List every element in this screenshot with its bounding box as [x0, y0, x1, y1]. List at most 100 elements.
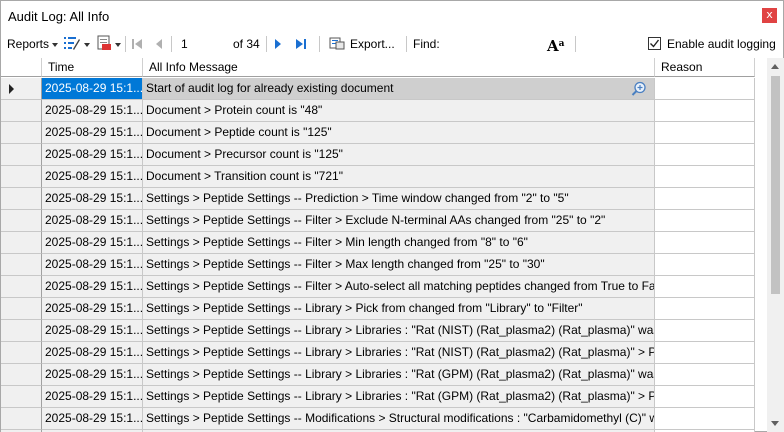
- close-button[interactable]: x: [762, 8, 777, 23]
- row-header[interactable]: [1, 298, 42, 320]
- row-header[interactable]: [1, 100, 42, 122]
- message-cell[interactable]: Settings > Peptide Settings -- Library >…: [143, 342, 655, 364]
- table-row[interactable]: 2025-08-29 15:1...Settings > Peptide Set…: [1, 342, 767, 364]
- table-row[interactable]: 2025-08-29 15:1...Settings > Peptide Set…: [1, 232, 767, 254]
- reason-cell[interactable]: [655, 78, 755, 100]
- vertical-scrollbar[interactable]: [767, 58, 784, 432]
- reason-cell[interactable]: [655, 298, 755, 320]
- message-cell[interactable]: Document > Peptide count is "125": [143, 122, 655, 144]
- message-cell[interactable]: Settings > Peptide Settings -- Filter > …: [143, 254, 655, 276]
- time-cell[interactable]: 2025-08-29 15:1...: [42, 364, 143, 386]
- reason-cell[interactable]: [655, 188, 755, 210]
- font-size-button[interactable]: Aa: [547, 31, 564, 57]
- time-cell[interactable]: 2025-08-29 15:1...: [42, 276, 143, 298]
- message-cell[interactable]: Settings > Peptide Settings -- Filter > …: [143, 210, 655, 232]
- table-row[interactable]: 2025-08-29 15:1...Settings > Peptide Set…: [1, 254, 767, 276]
- message-cell[interactable]: Settings > Peptide Settings -- Modificat…: [143, 408, 655, 430]
- table-row[interactable]: 2025-08-29 15:1...Settings > Peptide Set…: [1, 364, 767, 386]
- time-cell[interactable]: 2025-08-29 15:1...: [42, 188, 143, 210]
- clear-log-button[interactable]: [96, 31, 121, 57]
- message-cell[interactable]: Start of audit log for already existing …: [143, 78, 655, 100]
- row-header[interactable]: [1, 166, 42, 188]
- column-header-message[interactable]: All Info Message: [143, 58, 655, 77]
- message-cell[interactable]: Document > Precursor count is "125": [143, 144, 655, 166]
- reason-cell[interactable]: [655, 342, 755, 364]
- scrollbar-thumb[interactable]: [771, 76, 780, 294]
- reason-cell[interactable]: [655, 276, 755, 298]
- message-cell[interactable]: Settings > Peptide Settings -- Library >…: [143, 320, 655, 342]
- row-header[interactable]: [1, 254, 42, 276]
- reason-cell[interactable]: [655, 232, 755, 254]
- row-header[interactable]: [1, 232, 42, 254]
- message-cell[interactable]: Document > Transition count is "721": [143, 166, 655, 188]
- time-cell[interactable]: 2025-08-29 15:1...: [42, 78, 143, 100]
- row-header[interactable]: [1, 276, 42, 298]
- reason-cell[interactable]: [655, 100, 755, 122]
- reason-cell[interactable]: [655, 408, 755, 430]
- time-cell[interactable]: 2025-08-29 15:1...: [42, 232, 143, 254]
- record-position-input[interactable]: [178, 35, 228, 52]
- table-row[interactable]: 2025-08-29 15:1...Settings > Peptide Set…: [1, 386, 767, 408]
- reason-cell[interactable]: [655, 320, 755, 342]
- time-cell[interactable]: 2025-08-29 15:1...: [42, 144, 143, 166]
- find-input[interactable]: [444, 35, 540, 52]
- next-record-icon[interactable]: [272, 36, 284, 52]
- message-cell[interactable]: Document > Protein count is "48": [143, 100, 655, 122]
- column-header-time[interactable]: Time: [42, 58, 143, 77]
- message-cell[interactable]: Settings > Peptide Settings -- Library >…: [143, 298, 655, 320]
- reason-cell[interactable]: [655, 144, 755, 166]
- message-cell[interactable]: Settings > Peptide Settings -- Filter > …: [143, 276, 655, 298]
- enable-audit-logging-checkbox[interactable]: [648, 37, 661, 50]
- message-cell[interactable]: Settings > Peptide Settings -- Library >…: [143, 386, 655, 408]
- column-header-reason[interactable]: Reason: [655, 58, 755, 77]
- time-cell[interactable]: 2025-08-29 15:1...: [42, 254, 143, 276]
- row-header[interactable]: [1, 78, 42, 100]
- message-cell[interactable]: Settings > Peptide Settings -- Predictio…: [143, 188, 655, 210]
- first-record-icon[interactable]: [130, 36, 144, 52]
- table-row[interactable]: 2025-08-29 15:1... Document > Protein cou…: [1, 100, 767, 122]
- row-header[interactable]: [1, 144, 42, 166]
- row-header[interactable]: [1, 408, 42, 430]
- row-header[interactable]: [1, 364, 42, 386]
- magnify-details-icon[interactable]: [631, 81, 647, 97]
- time-cell[interactable]: 2025-08-29 15:1...: [42, 100, 143, 122]
- reason-cell[interactable]: [655, 122, 755, 144]
- message-cell[interactable]: Settings > Peptide Settings -- Library >…: [143, 364, 655, 386]
- table-row[interactable]: 2025-08-29 15:1... Document > Transition …: [1, 166, 767, 188]
- message-cell[interactable]: Settings > Peptide Settings -- Filter > …: [143, 232, 655, 254]
- time-cell[interactable]: 2025-08-29 15:1...: [42, 386, 143, 408]
- row-header[interactable]: [1, 210, 42, 232]
- scroll-down-icon[interactable]: [771, 421, 779, 426]
- reason-cell[interactable]: [655, 210, 755, 232]
- time-cell[interactable]: 2025-08-29 15:1...: [42, 122, 143, 144]
- reason-cell[interactable]: [655, 166, 755, 188]
- previous-record-icon[interactable]: [153, 36, 165, 52]
- table-row[interactable]: 2025-08-29 15:1... Document > Precursor c…: [1, 144, 767, 166]
- export-button[interactable]: Export...: [329, 31, 395, 57]
- time-cell[interactable]: 2025-08-29 15:1...: [42, 342, 143, 364]
- reason-cell[interactable]: [655, 364, 755, 386]
- time-cell[interactable]: 2025-08-29 15:1...: [42, 166, 143, 188]
- table-row[interactable]: 2025-08-29 15:1... Document > Peptide cou…: [1, 122, 767, 144]
- table-row[interactable]: 2025-08-29 15:1... Start of audit log for…: [1, 78, 767, 100]
- table-row[interactable]: 2025-08-29 15:1...Settings > Peptide Set…: [1, 188, 767, 210]
- reports-menu-button[interactable]: Reports: [7, 31, 59, 57]
- time-cell[interactable]: 2025-08-29 15:1...: [42, 320, 143, 342]
- time-cell[interactable]: 2025-08-29 15:1...: [42, 298, 143, 320]
- row-header[interactable]: [1, 320, 42, 342]
- time-cell[interactable]: 2025-08-29 15:1...: [42, 210, 143, 232]
- reason-cell[interactable]: [655, 254, 755, 276]
- table-row[interactable]: 2025-08-29 15:1...Settings > Peptide Set…: [1, 276, 767, 298]
- table-row[interactable]: 2025-08-29 15:1...Settings > Peptide Set…: [1, 210, 767, 232]
- time-cell[interactable]: 2025-08-29 15:1...: [42, 408, 143, 430]
- row-header[interactable]: [1, 386, 42, 408]
- table-row[interactable]: 2025-08-29 15:1...Settings > Peptide Set…: [1, 298, 767, 320]
- table-row[interactable]: 2025-08-29 15:1...Settings > Peptide Set…: [1, 320, 767, 342]
- last-record-icon[interactable]: [294, 36, 308, 52]
- row-header[interactable]: [1, 188, 42, 210]
- scroll-up-icon[interactable]: [771, 64, 779, 69]
- reason-cell[interactable]: [655, 386, 755, 408]
- row-header[interactable]: [1, 342, 42, 364]
- row-header[interactable]: [1, 122, 42, 144]
- edit-columns-button[interactable]: [63, 31, 90, 57]
